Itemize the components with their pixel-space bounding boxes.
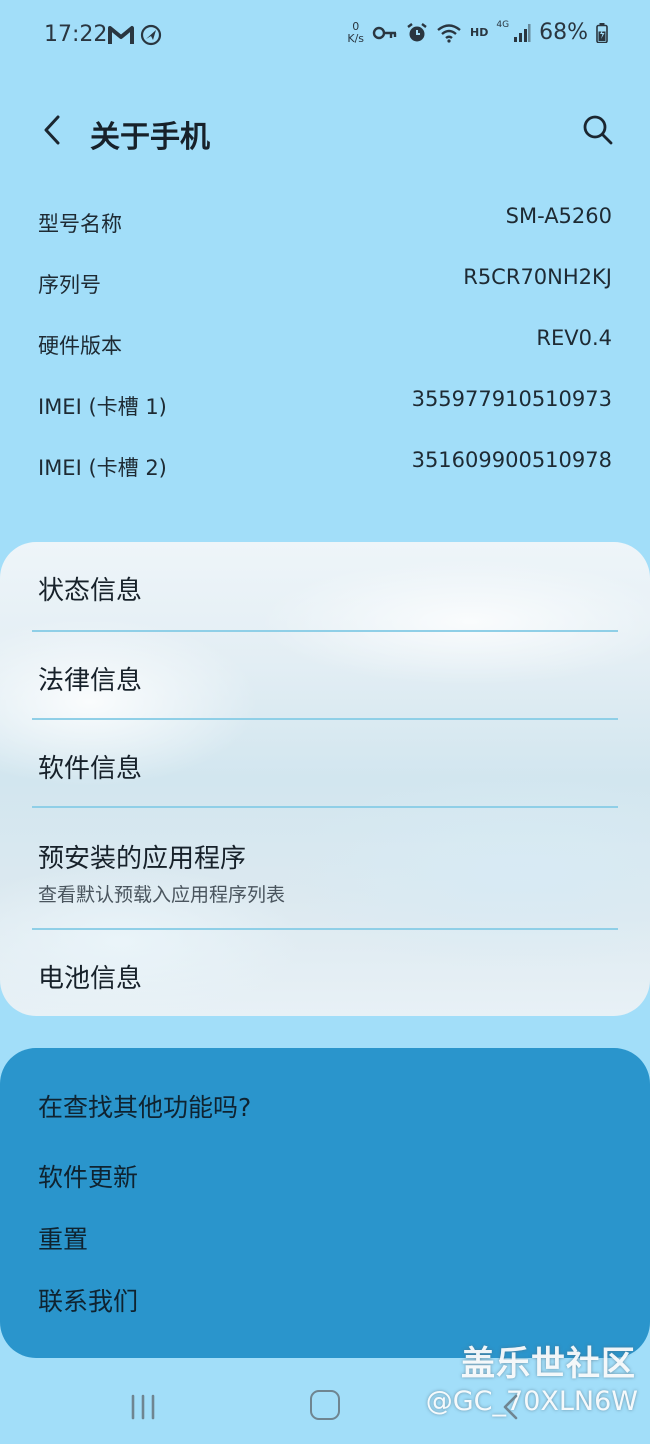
back-button[interactable] bbox=[34, 110, 70, 150]
app-header: 关于手机 bbox=[0, 92, 650, 172]
back-icon bbox=[503, 1394, 518, 1420]
battery-icon bbox=[596, 22, 608, 43]
info-value: R5CR70NH2KJ bbox=[463, 265, 612, 289]
info-label: 硬件版本 bbox=[38, 334, 122, 358]
info-label: 序列号 bbox=[38, 273, 101, 297]
gmail-icon bbox=[108, 26, 134, 44]
link-software-update[interactable]: 软件更新 bbox=[38, 1158, 138, 1194]
info-row-serial: 序列号 R5CR70NH2KJ bbox=[38, 253, 612, 314]
net-speed: 0 K/s bbox=[347, 19, 365, 45]
menu-item-label: 电池信息 bbox=[38, 964, 143, 994]
menu-item-sublabel: 查看默认预载入应用程序列表 bbox=[38, 884, 286, 906]
about-menu-card: 状态信息 法律信息 软件信息 预安装的应用程序 查看默认预载入应用程序列表 电池… bbox=[0, 542, 650, 1016]
hd-indicator: HD bbox=[470, 26, 489, 39]
info-value: 351609900510978 bbox=[411, 448, 612, 472]
link-reset[interactable]: 重置 bbox=[38, 1220, 88, 1256]
find-more-title: 在查找其他功能吗? bbox=[38, 1093, 252, 1122]
search-button[interactable] bbox=[580, 112, 616, 148]
location-arrow-icon bbox=[140, 24, 162, 46]
home-button[interactable] bbox=[310, 1390, 340, 1420]
info-row-hardware: 硬件版本 REV0.4 bbox=[38, 314, 612, 375]
chevron-left-icon bbox=[44, 115, 60, 145]
navigation-bar bbox=[0, 1370, 650, 1444]
recent-apps-button[interactable] bbox=[126, 1392, 160, 1422]
info-value: REV0.4 bbox=[536, 326, 612, 350]
battery-percent: 68% bbox=[539, 20, 588, 45]
status-bar: 17:22 0 K/s HD 4G 68% bbox=[0, 0, 650, 72]
menu-item-battery[interactable]: 电池信息 bbox=[0, 930, 650, 1016]
info-row-imei-1: IMEI (卡槽 1) 355977910510973 bbox=[38, 375, 612, 436]
alarm-icon bbox=[407, 22, 427, 41]
network-type: 4G bbox=[496, 19, 510, 30]
search-icon bbox=[583, 115, 613, 145]
device-info-list: 型号名称 SM-A5260 序列号 R5CR70NH2KJ 硬件版本 REV0.… bbox=[38, 192, 612, 497]
menu-item-legal[interactable]: 法律信息 bbox=[0, 632, 650, 718]
info-label: 型号名称 bbox=[38, 212, 122, 236]
status-time: 17:22 bbox=[44, 22, 108, 47]
recent-apps-icon bbox=[131, 1394, 155, 1420]
menu-item-preinstalled-apps[interactable]: 预安装的应用程序 查看默认预载入应用程序列表 bbox=[0, 808, 650, 928]
signal-icon bbox=[514, 23, 531, 42]
info-label: IMEI (卡槽 1) bbox=[38, 395, 167, 419]
menu-item-label: 软件信息 bbox=[38, 754, 143, 784]
vpn-key-icon bbox=[372, 26, 397, 39]
info-value: 355977910510973 bbox=[411, 387, 612, 411]
info-row-model: 型号名称 SM-A5260 bbox=[38, 192, 612, 253]
menu-item-status[interactable]: 状态信息 bbox=[0, 542, 650, 630]
nav-back-button[interactable] bbox=[496, 1392, 526, 1422]
menu-item-software[interactable]: 软件信息 bbox=[0, 720, 650, 806]
info-row-imei-2: IMEI (卡槽 2) 351609900510978 bbox=[38, 436, 612, 497]
info-label: IMEI (卡槽 2) bbox=[38, 456, 167, 480]
page-title: 关于手机 bbox=[90, 120, 210, 155]
link-contact-us[interactable]: 联系我们 bbox=[38, 1282, 138, 1318]
menu-item-label: 预安装的应用程序 bbox=[38, 844, 247, 874]
find-more-card: 在查找其他功能吗? 软件更新 重置 联系我们 bbox=[0, 1048, 650, 1358]
about-phone-screen: 17:22 0 K/s HD 4G 68% 关于手机 型号名称 SM-A5260… bbox=[0, 0, 650, 1444]
wifi-icon bbox=[437, 23, 461, 43]
info-value: SM-A5260 bbox=[505, 204, 612, 228]
menu-item-label: 法律信息 bbox=[38, 666, 143, 696]
menu-item-label: 状态信息 bbox=[38, 576, 143, 606]
